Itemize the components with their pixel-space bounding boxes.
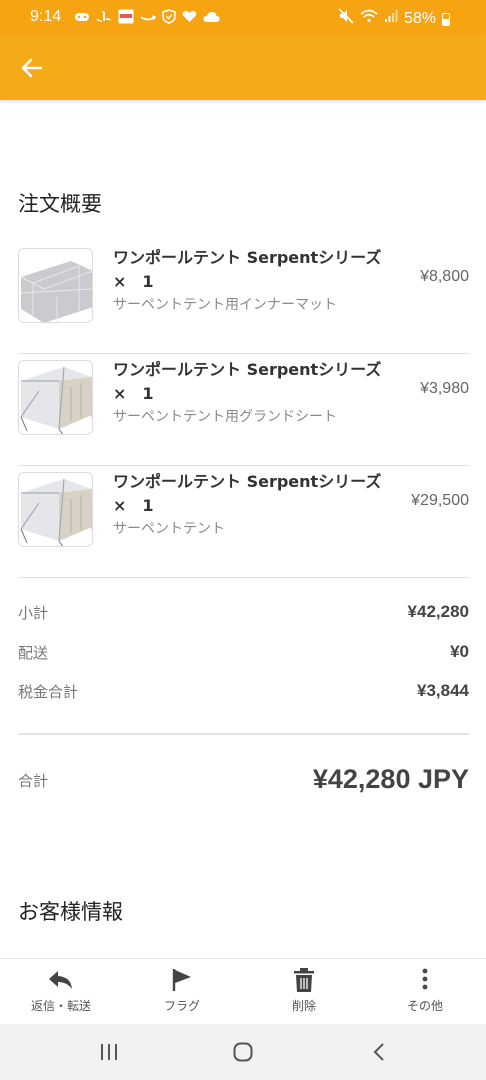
tax-label: 税金合計 xyxy=(18,683,79,701)
item-variant: サーペントテント用インナーマット xyxy=(113,297,337,313)
status-bar: 9:14 58% xyxy=(0,0,486,34)
product-thumbnail-tent xyxy=(18,360,93,435)
item-variant: サーペントテント xyxy=(113,521,225,537)
item-price: ¥29,500 xyxy=(411,492,469,509)
delete-label: 削除 xyxy=(291,999,316,1013)
shipping-label: 配送 xyxy=(18,644,49,662)
system-nav-bar xyxy=(0,1024,486,1080)
mute-icon xyxy=(338,8,354,29)
signal-icon xyxy=(384,9,398,28)
item-name: ワンポールテント Serpentシリーズ × 1 xyxy=(113,248,398,291)
tax-value: ¥3,844 xyxy=(417,681,469,700)
bottom-toolbar: 返信・転送 フラグ 削除 その他 xyxy=(0,958,486,1024)
delete-button[interactable]: 削除 xyxy=(254,967,354,1021)
arrow-left-icon xyxy=(21,58,43,78)
notification-icons xyxy=(74,9,220,27)
subtotal-label: 小計 xyxy=(18,604,49,622)
home-button[interactable] xyxy=(231,1040,255,1064)
reply-forward-label: 返信・転送 xyxy=(30,999,91,1013)
trash-icon xyxy=(294,968,314,992)
system-icons: 58% xyxy=(338,8,450,29)
item-name: ワンポールテント Serpentシリーズ × 1 xyxy=(113,360,398,403)
total-value: ¥42,280 JPY xyxy=(312,764,469,794)
item-variant: サーペントテント用グランドシート xyxy=(113,409,337,425)
wifi-icon xyxy=(360,9,378,28)
more-label: その他 xyxy=(406,999,443,1013)
subtotal-value: ¥42,280 xyxy=(407,602,469,621)
flag-icon xyxy=(172,969,191,991)
playstation-icon xyxy=(96,10,112,26)
cloud-icon xyxy=(203,11,220,26)
total-label: 合計 xyxy=(18,772,49,790)
recents-icon xyxy=(101,1044,117,1060)
back-button[interactable] xyxy=(18,54,46,82)
flag-label: フラグ xyxy=(163,999,200,1013)
order-item: ワンポールテント Serpentシリーズ × 1 サーペントテント ¥29,50… xyxy=(18,466,469,578)
shield-icon xyxy=(162,9,176,27)
shipping-row: 配送 ¥0 xyxy=(18,642,469,666)
more-vertical-icon xyxy=(422,968,428,990)
subtotal-row: 小計 ¥42,280 xyxy=(18,602,469,626)
app-icon xyxy=(118,9,134,27)
more-button[interactable]: その他 xyxy=(375,967,475,1021)
status-time: 9:14 xyxy=(30,8,62,25)
order-item: ワンポールテント Serpentシリーズ × 1 サーペントテント用インナーマッ… xyxy=(18,242,469,354)
game-icon xyxy=(74,11,90,26)
nav-back-button[interactable] xyxy=(368,1040,392,1064)
shipping-value: ¥0 xyxy=(450,642,469,661)
customer-info-title: お客様情報 xyxy=(18,900,123,924)
summary-divider xyxy=(18,733,469,735)
home-icon xyxy=(233,1042,253,1062)
product-thumbnail-tent xyxy=(18,472,93,547)
item-name: ワンポールテント Serpentシリーズ × 1 xyxy=(113,472,398,515)
heart-icon xyxy=(182,10,197,26)
item-price: ¥8,800 xyxy=(420,268,469,285)
app-bar xyxy=(0,34,486,100)
battery-text: 58% xyxy=(403,9,436,27)
order-item: ワンポールテント Serpentシリーズ × 1 サーペントテント用グランドシー… xyxy=(18,354,469,466)
amazon-icon xyxy=(140,11,157,26)
email-content[interactable]: 注文概要 ワンポールテント Serpentシリーズ × 1 サーペントテント用イ… xyxy=(0,100,486,958)
order-summary-title: 注文概要 xyxy=(18,192,102,216)
tax-row: 税金合計 ¥3,844 xyxy=(18,681,469,705)
flag-button[interactable]: フラグ xyxy=(132,967,232,1021)
battery-icon xyxy=(442,13,450,26)
back-icon xyxy=(373,1043,384,1061)
recents-button[interactable] xyxy=(97,1040,121,1064)
product-thumbnail-mat xyxy=(18,248,93,323)
item-price: ¥3,980 xyxy=(420,380,469,397)
reply-icon xyxy=(49,971,72,989)
reply-forward-button[interactable]: 返信・転送 xyxy=(11,967,111,1021)
